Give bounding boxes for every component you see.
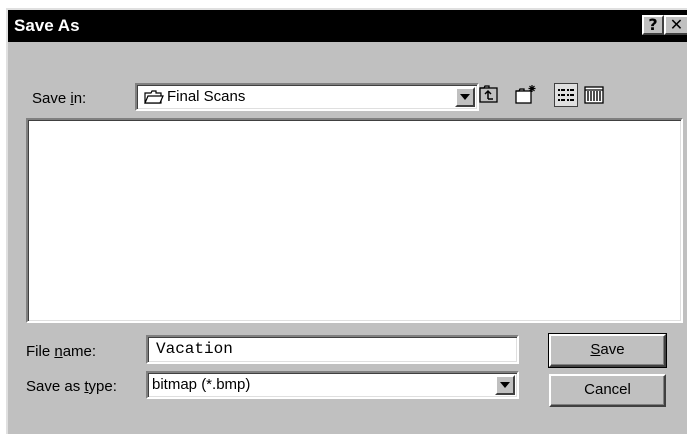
close-icon: ✕ [669,15,684,34]
save-as-dialog: Save As ? ✕ Save in: Final Scans File na… [6,8,687,434]
help-icon: ? [648,15,658,34]
save-as-type-select[interactable]: bitmap (*.bmp) [146,371,519,399]
cancel-button[interactable]: Cancel [549,374,666,407]
save-button[interactable]: Save [548,333,667,368]
list-view-button[interactable] [554,83,578,107]
new-folder-button[interactable] [514,83,538,107]
up-one-level-button[interactable] [477,83,501,107]
chevron-down-icon[interactable] [455,87,475,107]
help-button[interactable]: ? [642,15,664,35]
folder-icon [144,90,164,109]
list-view-icon [558,89,574,101]
file-name-input[interactable]: Vacation [146,335,519,364]
close-button[interactable]: ✕ [664,15,687,35]
save-in-label: Save in: [32,90,87,107]
save-in-combobox[interactable]: Final Scans [135,83,479,111]
save-in-value: Final Scans [167,88,246,105]
file-name-value: Vacation [156,340,233,358]
save-as-type-value: bitmap (*.bmp) [152,376,251,393]
window-title: Save As [14,16,80,35]
details-view-icon [584,86,604,104]
title-bar[interactable]: Save As ? ✕ [8,10,687,42]
up-one-level-icon [479,85,498,103]
file-list[interactable] [26,118,683,323]
details-view-button[interactable] [582,83,606,107]
file-name-label: File name: [26,343,97,360]
save-as-type-label: Save as type: [26,378,117,395]
new-folder-icon [515,85,536,104]
chevron-down-icon[interactable] [495,375,515,395]
